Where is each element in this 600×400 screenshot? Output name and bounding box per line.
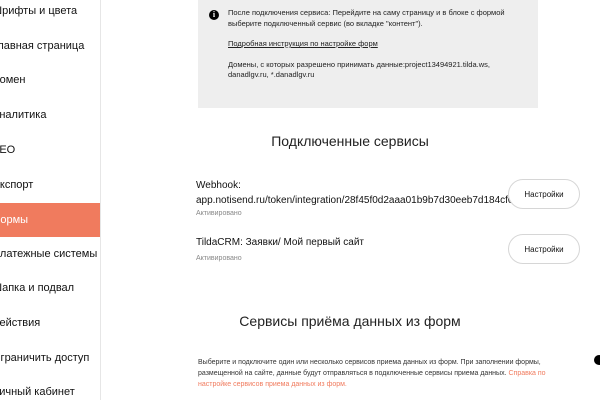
- service-item-tildacrm: TildaCRM: Заявки/ Мой первый сайт Активи…: [196, 236, 506, 262]
- sidebar-item-header-footer[interactable]: Шапка и подвал: [0, 271, 100, 305]
- settings-sidebar: Шрифты и цвета Главная страница Домен Ан…: [0, 0, 101, 400]
- sidebar-item-restrict-access[interactable]: Ограничить доступ: [0, 341, 100, 375]
- sidebar-item-analytics[interactable]: Аналитика: [0, 98, 100, 132]
- service-item-webhook: Webhook: app.notisend.ru/token/integrati…: [196, 179, 514, 217]
- service-status: Активировано: [196, 254, 242, 262]
- info-text: После подключения сервиса: Перейдите на …: [228, 8, 505, 28]
- description-text: Выберите и подключите один или несколько…: [198, 359, 541, 377]
- sidebar-item-domain[interactable]: Домен: [0, 63, 100, 97]
- service-status: Активировано: [196, 210, 242, 217]
- form-receivers-title: Сервисы приёма данных из форм: [239, 313, 461, 329]
- service-name: TildaCRM: Заявки/ Мой первый сайт: [196, 237, 364, 248]
- allowed-domains-text: Домены, с которых разрешено принимать да…: [228, 59, 490, 80]
- forms-instruction-link[interactable]: Подробная инструкция по настройке форм: [228, 39, 526, 50]
- sidebar-item-actions[interactable]: Действия: [0, 306, 100, 340]
- info-notice: i После подключения сервиса: Перейдите н…: [198, 0, 538, 108]
- connected-services-title: Подключенные сервисы: [271, 133, 429, 149]
- info-icon: i: [209, 10, 219, 20]
- sidebar-item-export[interactable]: Экспорт: [0, 168, 100, 202]
- sidebar-item-personal-cabinet[interactable]: Личный кабинет: [0, 375, 100, 400]
- sidebar-item-fonts-colors[interactable]: Шрифты и цвета: [0, 0, 100, 28]
- service-name: Webhook: app.notisend.ru/token/integrati…: [196, 180, 514, 206]
- sidebar-item-homepage[interactable]: Главная страница: [0, 29, 100, 63]
- form-receivers-description: Выберите и подключите один или несколько…: [198, 358, 548, 391]
- sidebar-item-seo[interactable]: SEO: [0, 133, 100, 167]
- sidebar-item-payment-systems[interactable]: Платежные системы: [0, 237, 100, 271]
- forms-settings-panel: i После подключения сервиса: Перейдите н…: [100, 0, 600, 400]
- webhook-settings-button[interactable]: Настройки: [508, 179, 580, 209]
- sidebar-item-forms[interactable]: Формы: [0, 203, 100, 237]
- tildacrm-settings-button[interactable]: Настройки: [508, 234, 580, 264]
- help-icon[interactable]: [594, 355, 600, 365]
